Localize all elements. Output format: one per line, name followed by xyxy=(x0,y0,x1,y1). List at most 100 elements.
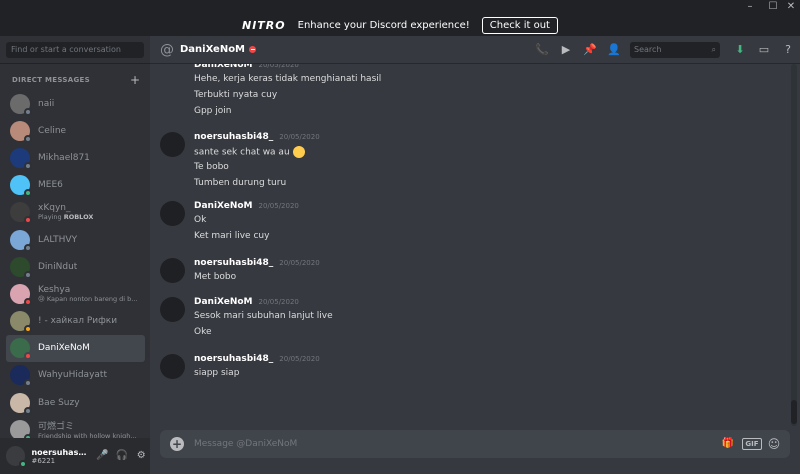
dm-item[interactable]: WahyuHidayatt xyxy=(6,362,145,389)
dm-name: xKqyn_ xyxy=(38,203,71,214)
message-author[interactable]: noersuhasbi48_ 20/05/2020 xyxy=(194,132,320,142)
user-panel: noersuhasbi... #6221 🎤 🎧 ⚙ xyxy=(0,438,150,474)
dm-item[interactable]: xKqyn_ Playing ROBLOX xyxy=(6,199,145,226)
inbox-icon[interactable]: ▭ xyxy=(752,41,776,59)
emoji-picker-icon[interactable]: ☺ xyxy=(766,436,782,452)
headset-icon[interactable]: 🎧 xyxy=(113,447,131,465)
dm-item[interactable]: DiniNdut xyxy=(6,253,145,280)
message-content: Met bobo xyxy=(194,272,237,282)
message-author[interactable]: DaniXeNoM 20/05/2020 xyxy=(194,64,299,70)
microphone-icon[interactable]: 🎤 xyxy=(93,447,111,465)
dm-section-header: DIRECT MESSAGES + xyxy=(12,74,140,86)
dm-text: naii xyxy=(38,99,54,109)
gif-button[interactable]: GIF xyxy=(742,436,762,452)
message-text: Terbukti nyata cuy xyxy=(194,90,277,100)
message-input[interactable]: Message @DaniXeNoM xyxy=(194,430,297,458)
dm-name: WahyuHidayatt xyxy=(38,370,107,381)
dm-item[interactable]: Mikhael871 xyxy=(6,144,145,171)
dm-item[interactable]: LALTHVY xyxy=(6,226,145,253)
download-icon[interactable]: ⬇ xyxy=(728,41,752,59)
dm-text: LALTHVY xyxy=(38,235,77,245)
message-scrollbar[interactable] xyxy=(791,64,797,426)
author-name: DaniXeNoM xyxy=(194,64,253,70)
dm-item[interactable]: Celine xyxy=(6,117,145,144)
message-content: Gpp join xyxy=(194,106,232,116)
chat-header: @ DaniXeNoM 📞 ▶ 📌 👤 Search ⌕ ⬇ ▭ ? xyxy=(150,36,800,64)
status-indicator-icon xyxy=(24,161,32,170)
message-author-avatar[interactable] xyxy=(160,297,185,322)
search-input[interactable]: Search ⌕ xyxy=(630,42,720,58)
dm-sidebar: Find or start a conversation DIRECT MESS… xyxy=(0,36,150,474)
message-text: Ket mari live cuy xyxy=(194,231,269,241)
help-icon[interactable]: ? xyxy=(776,41,800,59)
message-author-avatar[interactable] xyxy=(160,258,185,283)
message-group: noersuhasbi48_ 20/05/2020 sante sek chat w… xyxy=(150,132,770,196)
dm-avatar xyxy=(10,283,32,306)
dm-item[interactable]: MEE6 xyxy=(6,172,145,199)
message-timestamp: 20/05/2020 xyxy=(258,298,299,306)
voice-call-icon[interactable]: 📞 xyxy=(530,41,554,59)
message-text: Sesok mari subuhan lanjut live xyxy=(194,311,333,321)
message-author[interactable]: DaniXeNoM 20/05/2020 xyxy=(194,297,299,307)
message-text: Ok xyxy=(194,215,206,225)
dm-text: DaniXeNoM xyxy=(38,343,90,353)
pinned-messages-icon[interactable]: 📌 xyxy=(578,41,602,59)
user-info: noersuhasbi... #6221 xyxy=(31,448,91,465)
activity-prefix: Playing xyxy=(38,213,64,222)
message-list: DaniXeNoM 20/05/2020 Hehe, kerja keras tid… xyxy=(150,64,800,428)
dm-avatar xyxy=(10,202,32,225)
dm-section-label: DIRECT MESSAGES xyxy=(12,76,90,84)
dm-name: DaniXeNoM xyxy=(38,343,90,354)
maximize-icon[interactable]: ☐ xyxy=(763,0,783,14)
message-author-avatar[interactable] xyxy=(160,354,185,379)
user-avatar[interactable] xyxy=(6,446,28,468)
message-text: sante sek chat wa au xyxy=(194,146,305,158)
dm-item[interactable]: DaniXeNoM xyxy=(6,334,145,362)
settings-gear-icon[interactable]: ⚙ xyxy=(132,447,150,465)
user-name: noersuhasbi... xyxy=(31,447,92,457)
dm-item[interactable]: ! - хайкал Рифки xyxy=(6,308,145,335)
dm-text: MEE6 xyxy=(38,180,63,190)
window-titlebar: – ☐ ✕ xyxy=(0,0,800,14)
dm-activity: Playing ROBLOX xyxy=(38,213,93,221)
dm-item[interactable]: naii xyxy=(6,90,145,117)
message-timestamp: 20/05/2020 xyxy=(279,133,320,141)
create-dm-icon[interactable]: + xyxy=(130,74,140,86)
dm-item[interactable]: Bae Suzy xyxy=(6,389,145,416)
message-content: siapp siap xyxy=(194,368,240,378)
message-content: Tumben durung turu xyxy=(194,178,287,188)
close-icon[interactable]: ✕ xyxy=(781,0,800,14)
status-indicator-icon xyxy=(24,134,32,143)
minimize-icon[interactable]: – xyxy=(740,0,760,14)
message-author[interactable]: DaniXeNoM 20/05/2020 xyxy=(194,201,299,211)
message-author-avatar[interactable] xyxy=(160,201,185,226)
message-author[interactable]: noersuhasbi48_ 20/05/2020 xyxy=(194,258,320,268)
message-author-avatar[interactable] xyxy=(160,132,185,157)
status-indicator-icon xyxy=(24,325,32,334)
channel-name: DaniXeNoM xyxy=(180,44,246,55)
message-text: siapp siap xyxy=(194,368,239,378)
add-friend-icon[interactable]: 👤 xyxy=(602,41,626,59)
message-author[interactable]: noersuhasbi48_ 20/05/2020 xyxy=(194,354,320,364)
video-call-icon[interactable]: ▶ xyxy=(554,41,578,59)
sidebar-search-area: Find or start a conversation xyxy=(0,36,150,64)
author-name: DaniXeNoM xyxy=(194,201,253,211)
upload-plus-icon[interactable]: + xyxy=(170,437,184,451)
status-indicator-icon xyxy=(24,189,32,198)
dm-name: Mikhael871 xyxy=(38,152,90,163)
status-indicator-icon xyxy=(24,107,32,116)
gift-icon[interactable]: 🎁 xyxy=(720,436,736,452)
nitro-logo: NITRO xyxy=(242,18,286,32)
scrollbar-thumb[interactable] xyxy=(791,400,797,424)
dm-activity: 😢 Kapan nonton bareng di b... xyxy=(38,294,138,303)
dm-avatar xyxy=(10,147,32,170)
message-content: Sesok mari subuhan lanjut live xyxy=(194,311,333,321)
dm-item[interactable]: Keshya 😢 Kapan nonton bareng di b... xyxy=(6,280,145,307)
find-conversation-input[interactable]: Find or start a conversation xyxy=(6,42,144,58)
nitro-banner-text: Enhance your Discord experience! xyxy=(297,19,470,31)
laughing-emoji-icon xyxy=(292,146,305,158)
dm-avatar xyxy=(10,256,32,279)
dm-text: Keshya 😢 Kapan nonton bareng di b... xyxy=(38,285,137,303)
dm-text: Celine xyxy=(38,126,66,136)
check-it-out-button[interactable]: Check it out xyxy=(481,16,558,34)
